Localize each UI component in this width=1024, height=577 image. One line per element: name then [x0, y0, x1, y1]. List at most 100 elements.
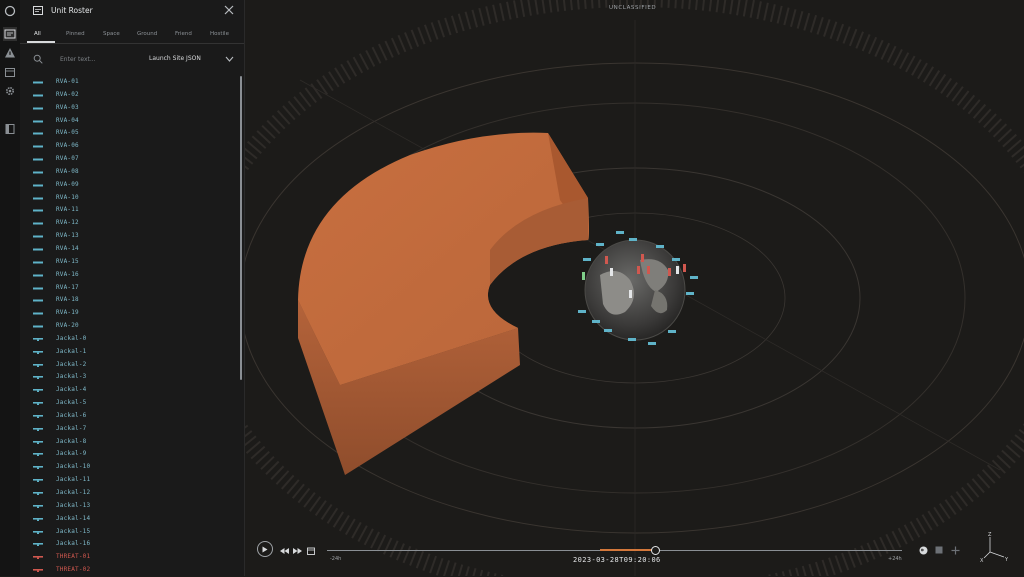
- list-item[interactable]: Jackal-4: [20, 384, 238, 397]
- ground-unit-icon: [33, 530, 43, 534]
- list-item[interactable]: RVA-02: [20, 89, 238, 102]
- calendar-icon[interactable]: [3, 65, 17, 79]
- list-item[interactable]: THREAT-02: [20, 564, 238, 577]
- unit-name: THREAT-02: [56, 566, 91, 574]
- list-item[interactable]: RVA-09: [20, 179, 238, 192]
- tab-friend[interactable]: Friend: [175, 31, 192, 37]
- axis-gizmo[interactable]: Z X Y: [978, 531, 1010, 563]
- add-view-button[interactable]: [950, 545, 960, 555]
- list-item[interactable]: Jackal-10: [20, 461, 238, 474]
- map-view-button[interactable]: [934, 545, 944, 555]
- ground-unit-icon: [33, 376, 43, 380]
- list-item[interactable]: RVA-19: [20, 307, 238, 320]
- earth-globe[interactable]: [584, 239, 686, 341]
- list-item[interactable]: Jackal-5: [20, 397, 238, 410]
- list-item[interactable]: RVA-15: [20, 256, 238, 269]
- ground-unit-icon: [33, 479, 43, 483]
- axis-z-label: Z: [988, 532, 992, 538]
- list-item[interactable]: Jackal-6: [20, 410, 238, 423]
- unit-name: Jackal-15: [56, 527, 91, 535]
- list-item[interactable]: Jackal-11: [20, 474, 238, 487]
- list-item[interactable]: Jackal-8: [20, 436, 238, 449]
- unit-name: Jackal-0: [56, 334, 87, 342]
- list-item[interactable]: Jackal-13: [20, 500, 238, 513]
- globe-viewport[interactable]: UNCLASSIFIED: [245, 0, 1024, 576]
- active-tab-indicator: [27, 41, 55, 43]
- play-button[interactable]: [257, 541, 273, 557]
- list-item[interactable]: RVA-12: [20, 217, 238, 230]
- list-item[interactable]: RVA-14: [20, 243, 238, 256]
- filter-tabs: All Pinned Space Ground Friend Hostile: [20, 27, 244, 44]
- space-unit-icon: [33, 120, 43, 123]
- list-item[interactable]: RVA-06: [20, 140, 238, 153]
- space-unit-icon: [33, 287, 43, 289]
- ground-unit-icon: [33, 440, 43, 444]
- skip-back-button[interactable]: [279, 546, 289, 555]
- unit-name: RVA-01: [56, 78, 79, 85]
- list-item[interactable]: THREAT-01: [20, 551, 238, 564]
- unit-name: RVA-03: [56, 103, 79, 111]
- tab-ground[interactable]: Ground: [137, 31, 157, 37]
- timeline-handle[interactable]: [650, 546, 660, 555]
- calendar-button[interactable]: [306, 546, 316, 555]
- roster-icon[interactable]: [3, 27, 17, 41]
- list-item[interactable]: Jackal-1: [20, 346, 238, 359]
- search-input[interactable]: [60, 54, 140, 64]
- tab-pinned[interactable]: Pinned: [66, 31, 85, 37]
- ground-unit-icon: [33, 363, 43, 367]
- list-item[interactable]: RVA-03: [20, 102, 238, 115]
- search-icon: [33, 54, 43, 64]
- search-bar: Launch Site JSON: [20, 51, 244, 67]
- space-unit-icon: [33, 325, 43, 328]
- list-item[interactable]: Jackal-12: [20, 487, 238, 500]
- ground-unit-icon: [33, 337, 43, 341]
- panel-title: Unit Roster: [51, 6, 93, 15]
- list-item[interactable]: RVA-13: [20, 230, 238, 243]
- square-icon: [935, 546, 943, 554]
- alert-icon[interactable]: [3, 46, 17, 60]
- list-item[interactable]: RVA-16: [20, 269, 238, 282]
- list-item[interactable]: Jackal-15: [20, 526, 238, 539]
- icon-rail: [0, 0, 21, 576]
- list-item[interactable]: RVA-11: [20, 204, 238, 217]
- coverage-volume[interactable]: [298, 132, 589, 475]
- chevron-down-icon[interactable]: [225, 55, 234, 63]
- unit-name: RVA-12: [56, 219, 79, 227]
- list-item[interactable]: RVA-10: [20, 192, 238, 205]
- list-item[interactable]: Jackal-16: [20, 538, 238, 551]
- tab-all[interactable]: All: [34, 31, 41, 37]
- app-logo-icon[interactable]: [3, 4, 17, 18]
- globe-view-button[interactable]: [918, 545, 928, 555]
- list-item[interactable]: Jackal-7: [20, 423, 238, 436]
- list-item[interactable]: RVA-05: [20, 127, 238, 140]
- unit-name: RVA-14: [56, 244, 79, 252]
- skip-forward-button[interactable]: [292, 546, 302, 555]
- list-item[interactable]: RVA-17: [20, 282, 238, 295]
- list-item[interactable]: RVA-01: [20, 76, 238, 89]
- threat-unit-icon: [33, 569, 43, 573]
- list-item[interactable]: RVA-07: [20, 153, 238, 166]
- unit-roster-panel: Unit Roster All Pinned Space Ground Frie…: [20, 0, 245, 576]
- list-item[interactable]: Jackal-14: [20, 513, 238, 526]
- list-item[interactable]: Jackal-0: [20, 333, 238, 346]
- tab-hostile[interactable]: Hostile: [210, 31, 229, 37]
- list-item[interactable]: RVA-18: [20, 294, 238, 307]
- classification-banner: UNCLASSIFIED: [609, 5, 657, 11]
- space-unit-icon: [33, 197, 43, 200]
- list-item[interactable]: RVA-08: [20, 166, 238, 179]
- unit-name: RVA-11: [56, 206, 79, 214]
- panel-toggle-icon[interactable]: [3, 122, 17, 136]
- list-item[interactable]: Jackal-2: [20, 359, 238, 372]
- list-item[interactable]: RVA-20: [20, 320, 238, 333]
- settings-icon[interactable]: [3, 84, 17, 98]
- list-scrollbar[interactable]: [240, 76, 242, 380]
- filter-select[interactable]: Launch Site JSON: [149, 55, 201, 62]
- calendar-icon: [307, 547, 315, 555]
- scene-canvas: [245, 0, 1024, 576]
- list-item[interactable]: Jackal-9: [20, 448, 238, 461]
- timeline-progress: [599, 549, 655, 551]
- tab-space[interactable]: Space: [103, 31, 120, 37]
- close-icon[interactable]: [223, 4, 235, 16]
- list-item[interactable]: Jackal-3: [20, 371, 238, 384]
- list-item[interactable]: RVA-04: [20, 115, 238, 128]
